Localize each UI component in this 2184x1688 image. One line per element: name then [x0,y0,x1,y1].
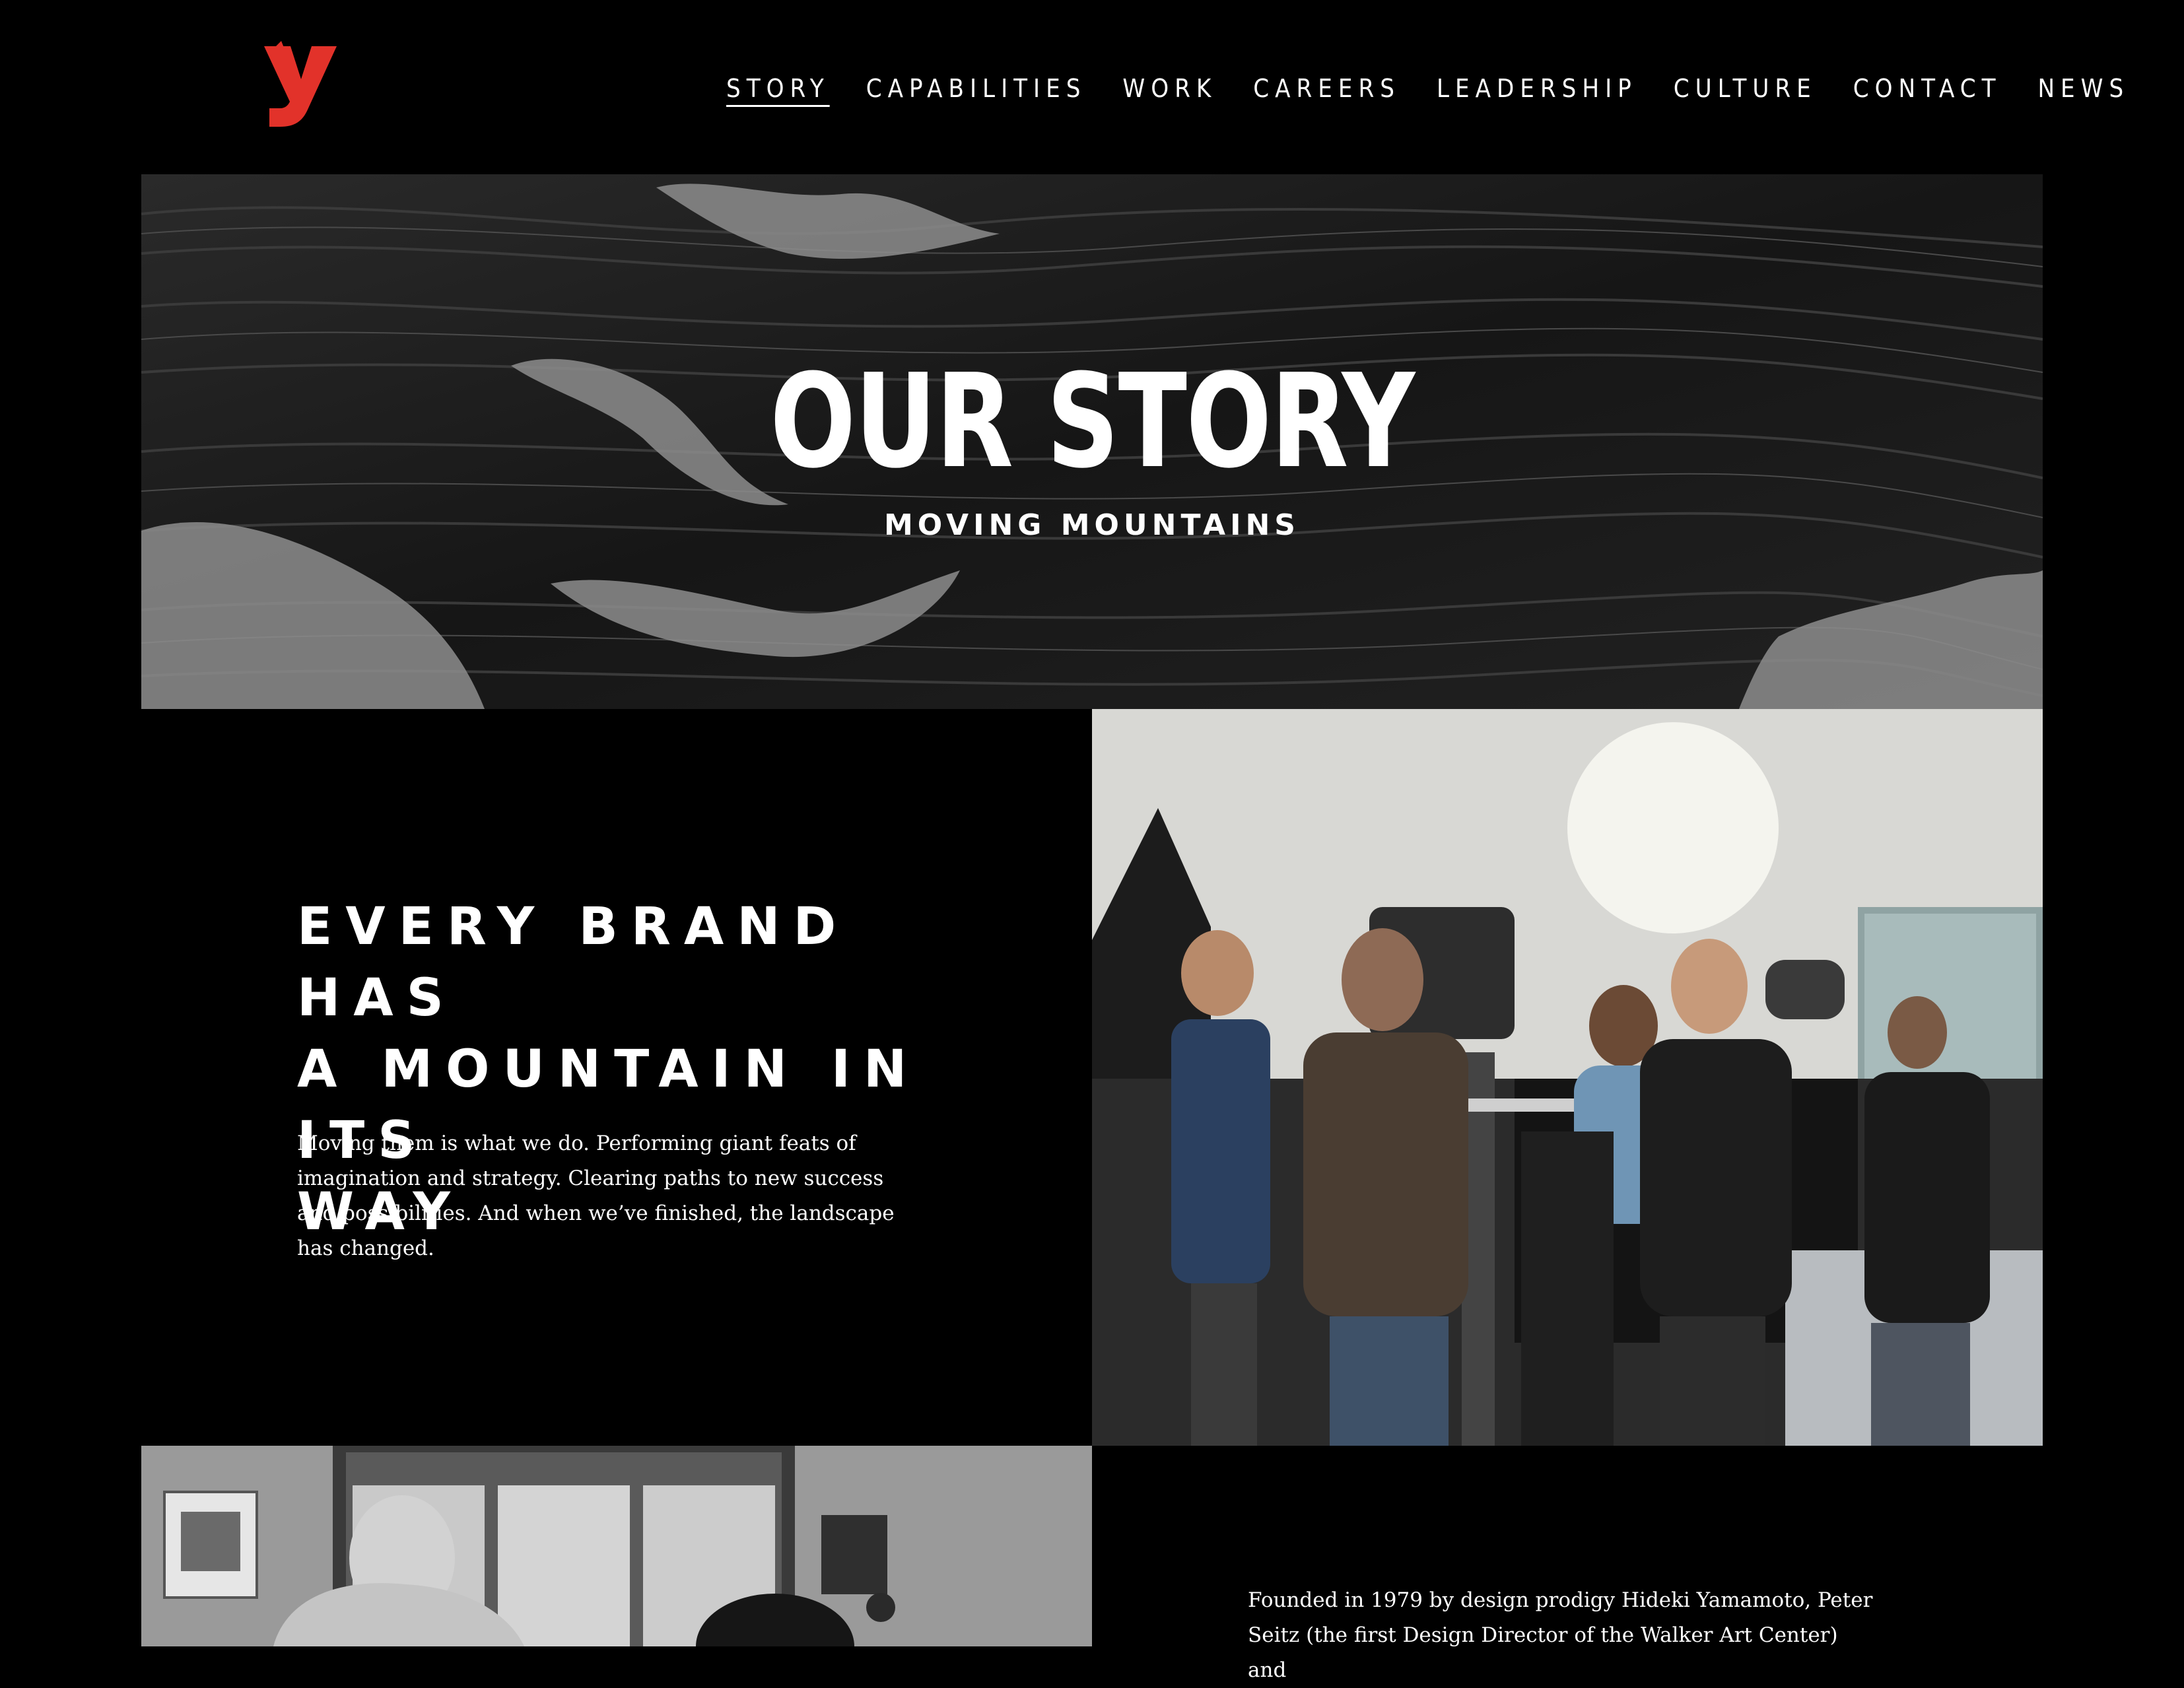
intro-heading-line: EVERY BRAND HAS [297,897,850,1028]
logo-y-icon [264,41,337,127]
main-nav: STORY CAPABILITIES WORK CAREERS LEADERSH… [726,69,2129,108]
nav-culture[interactable]: CULTURE [1674,69,1817,108]
page-title: OUR STORY [770,347,1415,497]
history-body-text: Founded in 1979 by design prodigy Hideki… [1248,1588,1873,1682]
nav-careers[interactable]: CAREERS [1253,69,1400,108]
nav-news[interactable]: NEWS [2037,69,2129,108]
logo-home-link[interactable] [261,41,339,128]
nav-leadership[interactable]: LEADERSHIP [1437,69,1637,108]
hero-subtitle: MOVING MOUNTAINS [884,508,1300,542]
nav-story[interactable]: STORY [726,69,830,108]
site-header: STORY CAPABILITIES WORK CAREERS LEADERSH… [0,0,2184,174]
studio-team-photo [1092,709,2043,1446]
nav-work[interactable]: WORK [1122,69,1217,108]
nav-capabilities[interactable]: CAPABILITIES [866,69,1087,108]
nav-contact[interactable]: CONTACT [1853,69,2002,108]
founders-archive-photo [141,1446,1092,1646]
intro-body-text: Moving them is what we do. Performing gi… [297,1131,895,1260]
hero-banner: OUR STORY [141,174,2043,709]
